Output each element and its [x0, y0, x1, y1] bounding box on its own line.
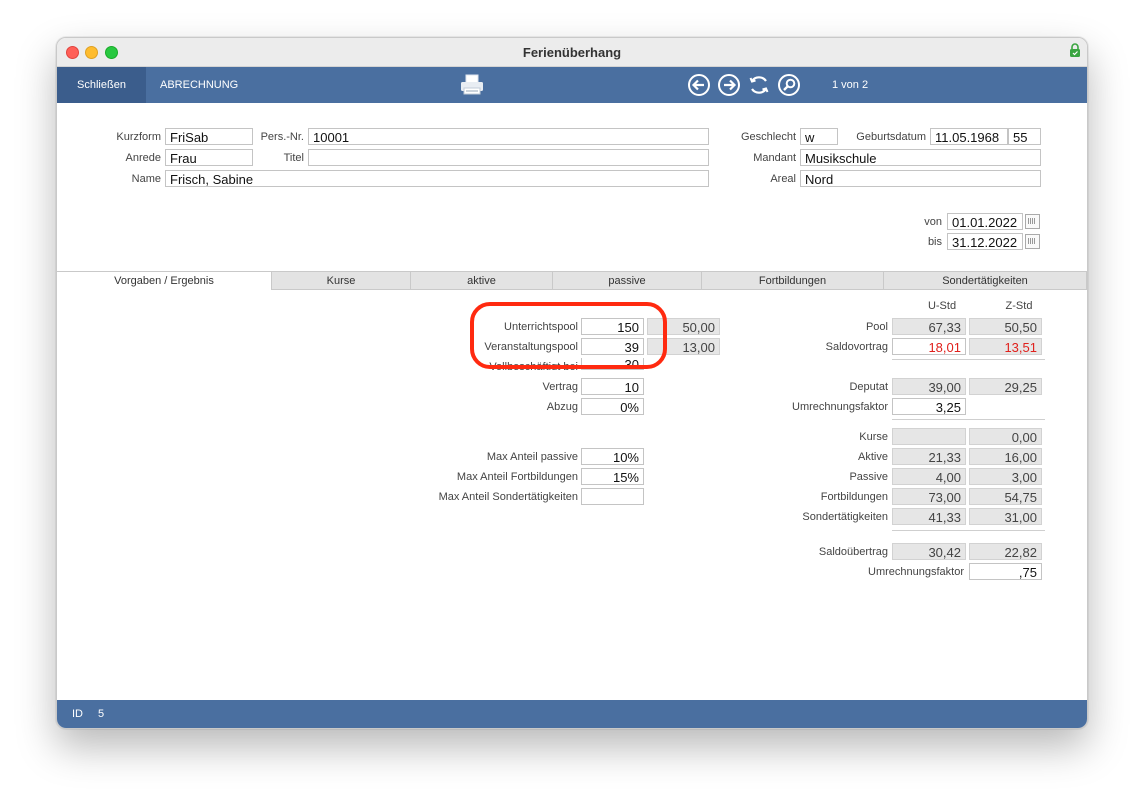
kurse-u-field — [892, 428, 966, 445]
aktive-label: Aktive — [858, 451, 888, 463]
kurse-label: Kurse — [859, 431, 888, 443]
max-sonder-label: Max Anteil Sondertätigkeiten — [438, 491, 578, 503]
geschlecht-label: Geschlecht — [740, 131, 796, 143]
von-label: von — [924, 216, 942, 228]
sondertaetigkeiten-u-field: 41,33 — [892, 508, 966, 525]
umrechnungsfaktor2-field[interactable]: ,75 — [969, 563, 1042, 580]
tab-vorgaben-ergebnis[interactable]: Vorgaben / Ergebnis — [57, 271, 272, 290]
mandant-field[interactable]: Musikschule — [800, 149, 1041, 166]
id-value: 5 — [98, 708, 105, 720]
deputat-label: Deputat — [849, 381, 888, 393]
tab-passive[interactable]: passive — [553, 271, 702, 290]
u-std-header: U-Std — [927, 300, 957, 312]
bis-date-field[interactable]: 31.12.2022 — [947, 233, 1023, 250]
close-button[interactable]: Schließen — [57, 67, 146, 103]
max-fortbildungen-field[interactable]: 15% — [581, 468, 644, 485]
printer-icon[interactable] — [460, 74, 484, 96]
passive-u-field: 4,00 — [892, 468, 966, 485]
saldouebertrag-u-field: 30,42 — [892, 543, 966, 560]
umrechnungsfaktor-label: Umrechnungsfaktor — [792, 401, 888, 413]
tab-fortbildungen[interactable]: Fortbildungen — [702, 271, 884, 290]
id-label: ID — [72, 708, 83, 720]
mandant-label: Mandant — [753, 152, 796, 164]
saldouebertrag-label: Saldoübertrag — [818, 546, 888, 558]
saldouebertrag-z-field: 22,82 — [969, 543, 1042, 560]
geburtsdatum-field[interactable]: 11.05.1968 — [930, 128, 1008, 145]
umrechnungsfaktor2-label: Umrechnungsfaktor — [868, 566, 964, 578]
max-passive-field[interactable]: 10% — [581, 448, 644, 465]
highlight-annotation — [470, 302, 667, 369]
name-field[interactable]: Frisch, Sabine — [165, 170, 709, 187]
saldovortrag-label: Saldovortrag — [825, 341, 888, 353]
von-date-field[interactable]: 01.01.2022 — [947, 213, 1023, 230]
geschlecht-field[interactable]: w — [800, 128, 838, 145]
tab-bar: Vorgaben / Ergebnis Kurse aktive passive… — [57, 271, 1087, 291]
pool-u-field: 67,33 — [892, 318, 966, 335]
divider — [892, 419, 1045, 420]
fortbildungen-z-field: 54,75 — [969, 488, 1042, 505]
tab-sondertaetigkeiten[interactable]: Sondertätigkeiten — [884, 271, 1087, 290]
window: Ferienüberhang Schließen ABRECHNUNG 1 vo… — [56, 37, 1088, 729]
arrow-right-icon[interactable] — [717, 73, 741, 97]
divider — [892, 359, 1045, 360]
saldovortrag-z-field: 13,51 — [969, 338, 1042, 355]
aktive-u-field: 21,33 — [892, 448, 966, 465]
record-counter: 1 von 2 — [832, 79, 869, 91]
alter-field: 55 — [1008, 128, 1041, 145]
persnr-label: Pers.-Nr. — [260, 131, 304, 143]
aktive-z-field: 16,00 — [969, 448, 1042, 465]
umrechnungsfaktor-field[interactable]: 3,25 — [892, 398, 966, 415]
vertrag-field[interactable]: 10 — [581, 378, 644, 395]
window-title: Ferienüberhang — [522, 45, 622, 60]
persnr-field[interactable]: 10001 — [308, 128, 709, 145]
pool-label: Pool — [865, 321, 888, 333]
calendar-icon[interactable] — [1025, 234, 1040, 249]
toolbar: Schließen ABRECHNUNG 1 von 2 — [57, 67, 1087, 103]
deputat-u-field: 39,00 — [892, 378, 966, 395]
arrow-left-icon[interactable] — [687, 73, 711, 97]
anrede-field[interactable]: Frau — [165, 149, 253, 166]
bis-label: bis — [927, 236, 942, 248]
titel-field[interactable] — [308, 149, 709, 166]
divider — [892, 530, 1045, 531]
kurzform-field[interactable]: FriSab — [165, 128, 253, 145]
calendar-icon[interactable] — [1025, 214, 1040, 229]
fortbildungen-label: Fortbildungen — [820, 491, 888, 503]
billing-button[interactable]: ABRECHNUNG — [160, 67, 238, 103]
kurzform-label: Kurzform — [116, 131, 161, 143]
sondertaetigkeiten-label: Sondertätigkeiten — [802, 511, 888, 523]
passive-label: Passive — [849, 471, 888, 483]
sondertaetigkeiten-z-field: 31,00 — [969, 508, 1042, 525]
max-fortbildungen-label: Max Anteil Fortbildungen — [456, 471, 578, 483]
passive-z-field: 3,00 — [969, 468, 1042, 485]
abzug-label: Abzug — [546, 401, 578, 413]
name-label: Name — [131, 173, 161, 185]
search-icon[interactable] — [777, 73, 801, 97]
vertrag-label: Vertrag — [542, 381, 578, 393]
areal-label: Areal — [770, 173, 796, 185]
fortbildungen-u-field: 73,00 — [892, 488, 966, 505]
z-std-header: Z-Std — [1005, 300, 1033, 312]
deputat-z-field: 29,25 — [969, 378, 1042, 395]
abzug-field[interactable]: 0% — [581, 398, 644, 415]
titel-label: Titel — [283, 152, 304, 164]
kurse-z-field: 0,00 — [969, 428, 1042, 445]
title-bar: Ferienüberhang — [57, 38, 1087, 67]
geburtsdatum-label: Geburtsdatum — [856, 131, 926, 143]
pool-z-field: 50,50 — [969, 318, 1042, 335]
max-sonder-field[interactable] — [581, 488, 644, 505]
status-bar: ID 5 — [57, 700, 1087, 728]
tab-aktive[interactable]: aktive — [411, 271, 553, 290]
lock-icon[interactable] — [1069, 43, 1081, 57]
tab-kurse[interactable]: Kurse — [272, 271, 411, 290]
max-passive-label: Max Anteil passive — [486, 451, 578, 463]
areal-field[interactable]: Nord — [800, 170, 1041, 187]
refresh-icon[interactable] — [747, 73, 771, 97]
anrede-label: Anrede — [125, 152, 161, 164]
saldovortrag-u-field[interactable]: 18,01 — [892, 338, 966, 355]
